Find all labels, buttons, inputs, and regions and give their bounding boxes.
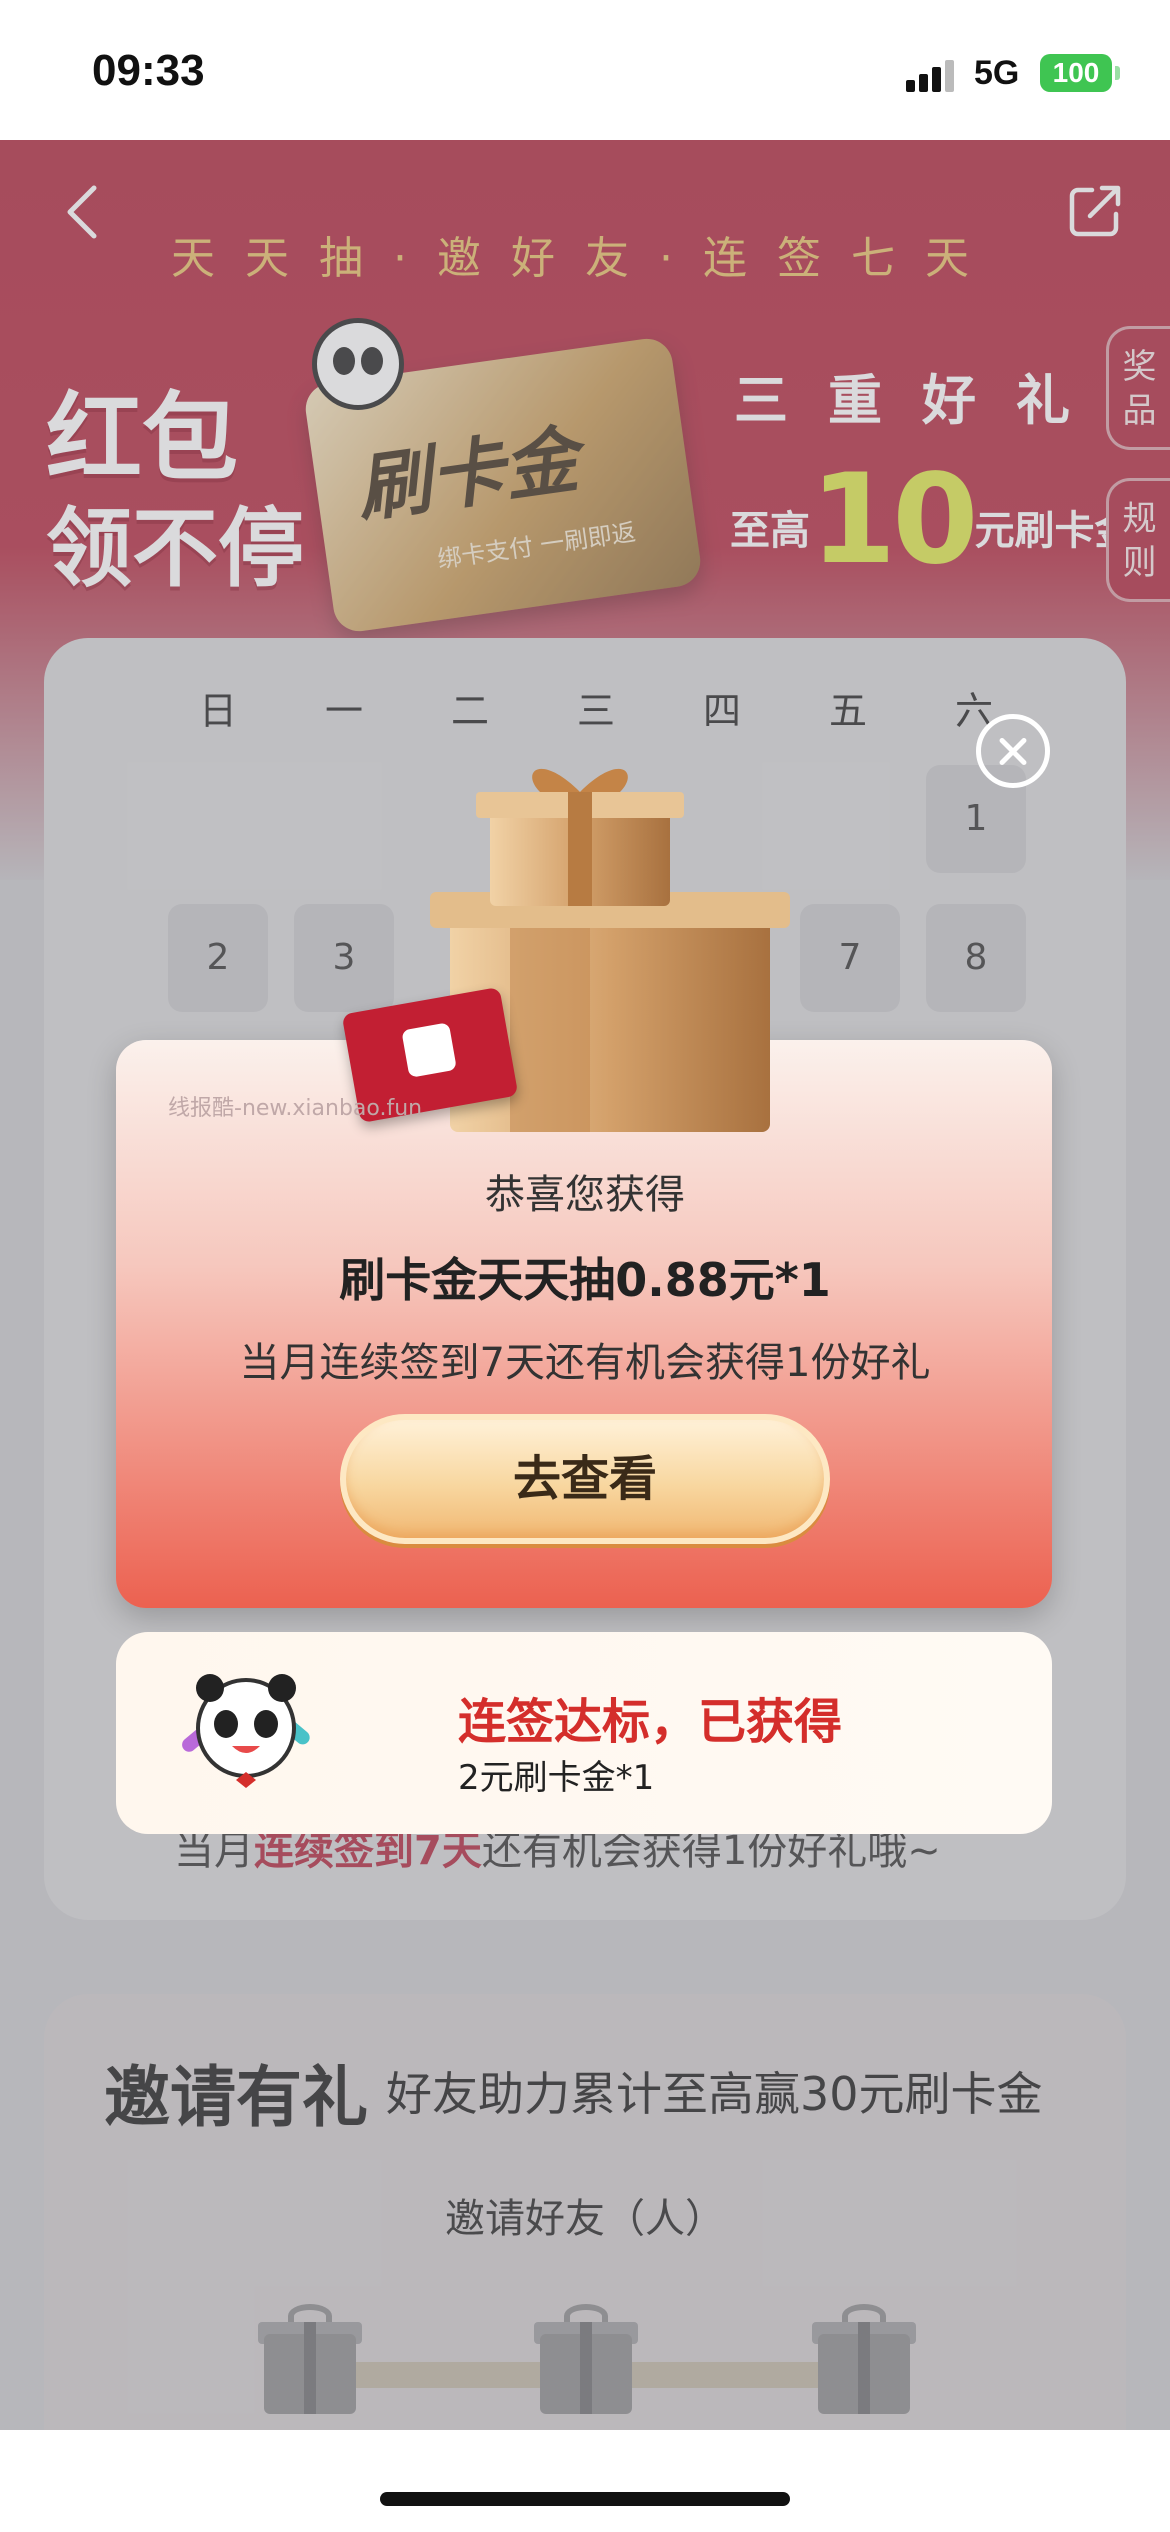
- home-indicator-bar: [0, 2430, 1170, 2532]
- close-icon[interactable]: [976, 714, 1050, 788]
- network-type: 5G: [974, 54, 1020, 92]
- view-button[interactable]: 去查看: [340, 1414, 830, 1544]
- modal-congrats: 恭喜您获得: [485, 1172, 685, 1218]
- status-time: 09:33: [92, 46, 205, 95]
- toast-subtitle: 2元刷卡金*1: [458, 1758, 655, 1798]
- panda-mascot-icon: [182, 1674, 310, 1788]
- modal-hint: 当月连续签到7天还有机会获得1份好礼: [239, 1340, 931, 1386]
- signal-icon: [906, 58, 962, 92]
- modal-prize: 刷卡金天天抽0.88元*1: [339, 1253, 831, 1307]
- watermark: 线报酷-new.xianbao.fun: [168, 1096, 423, 1121]
- home-indicator[interactable]: [380, 2492, 790, 2506]
- battery-icon: 100: [1040, 54, 1120, 92]
- status-bar: 09:33 5G 100: [0, 0, 1170, 140]
- toast-title: 连签达标，已获得: [458, 1694, 843, 1750]
